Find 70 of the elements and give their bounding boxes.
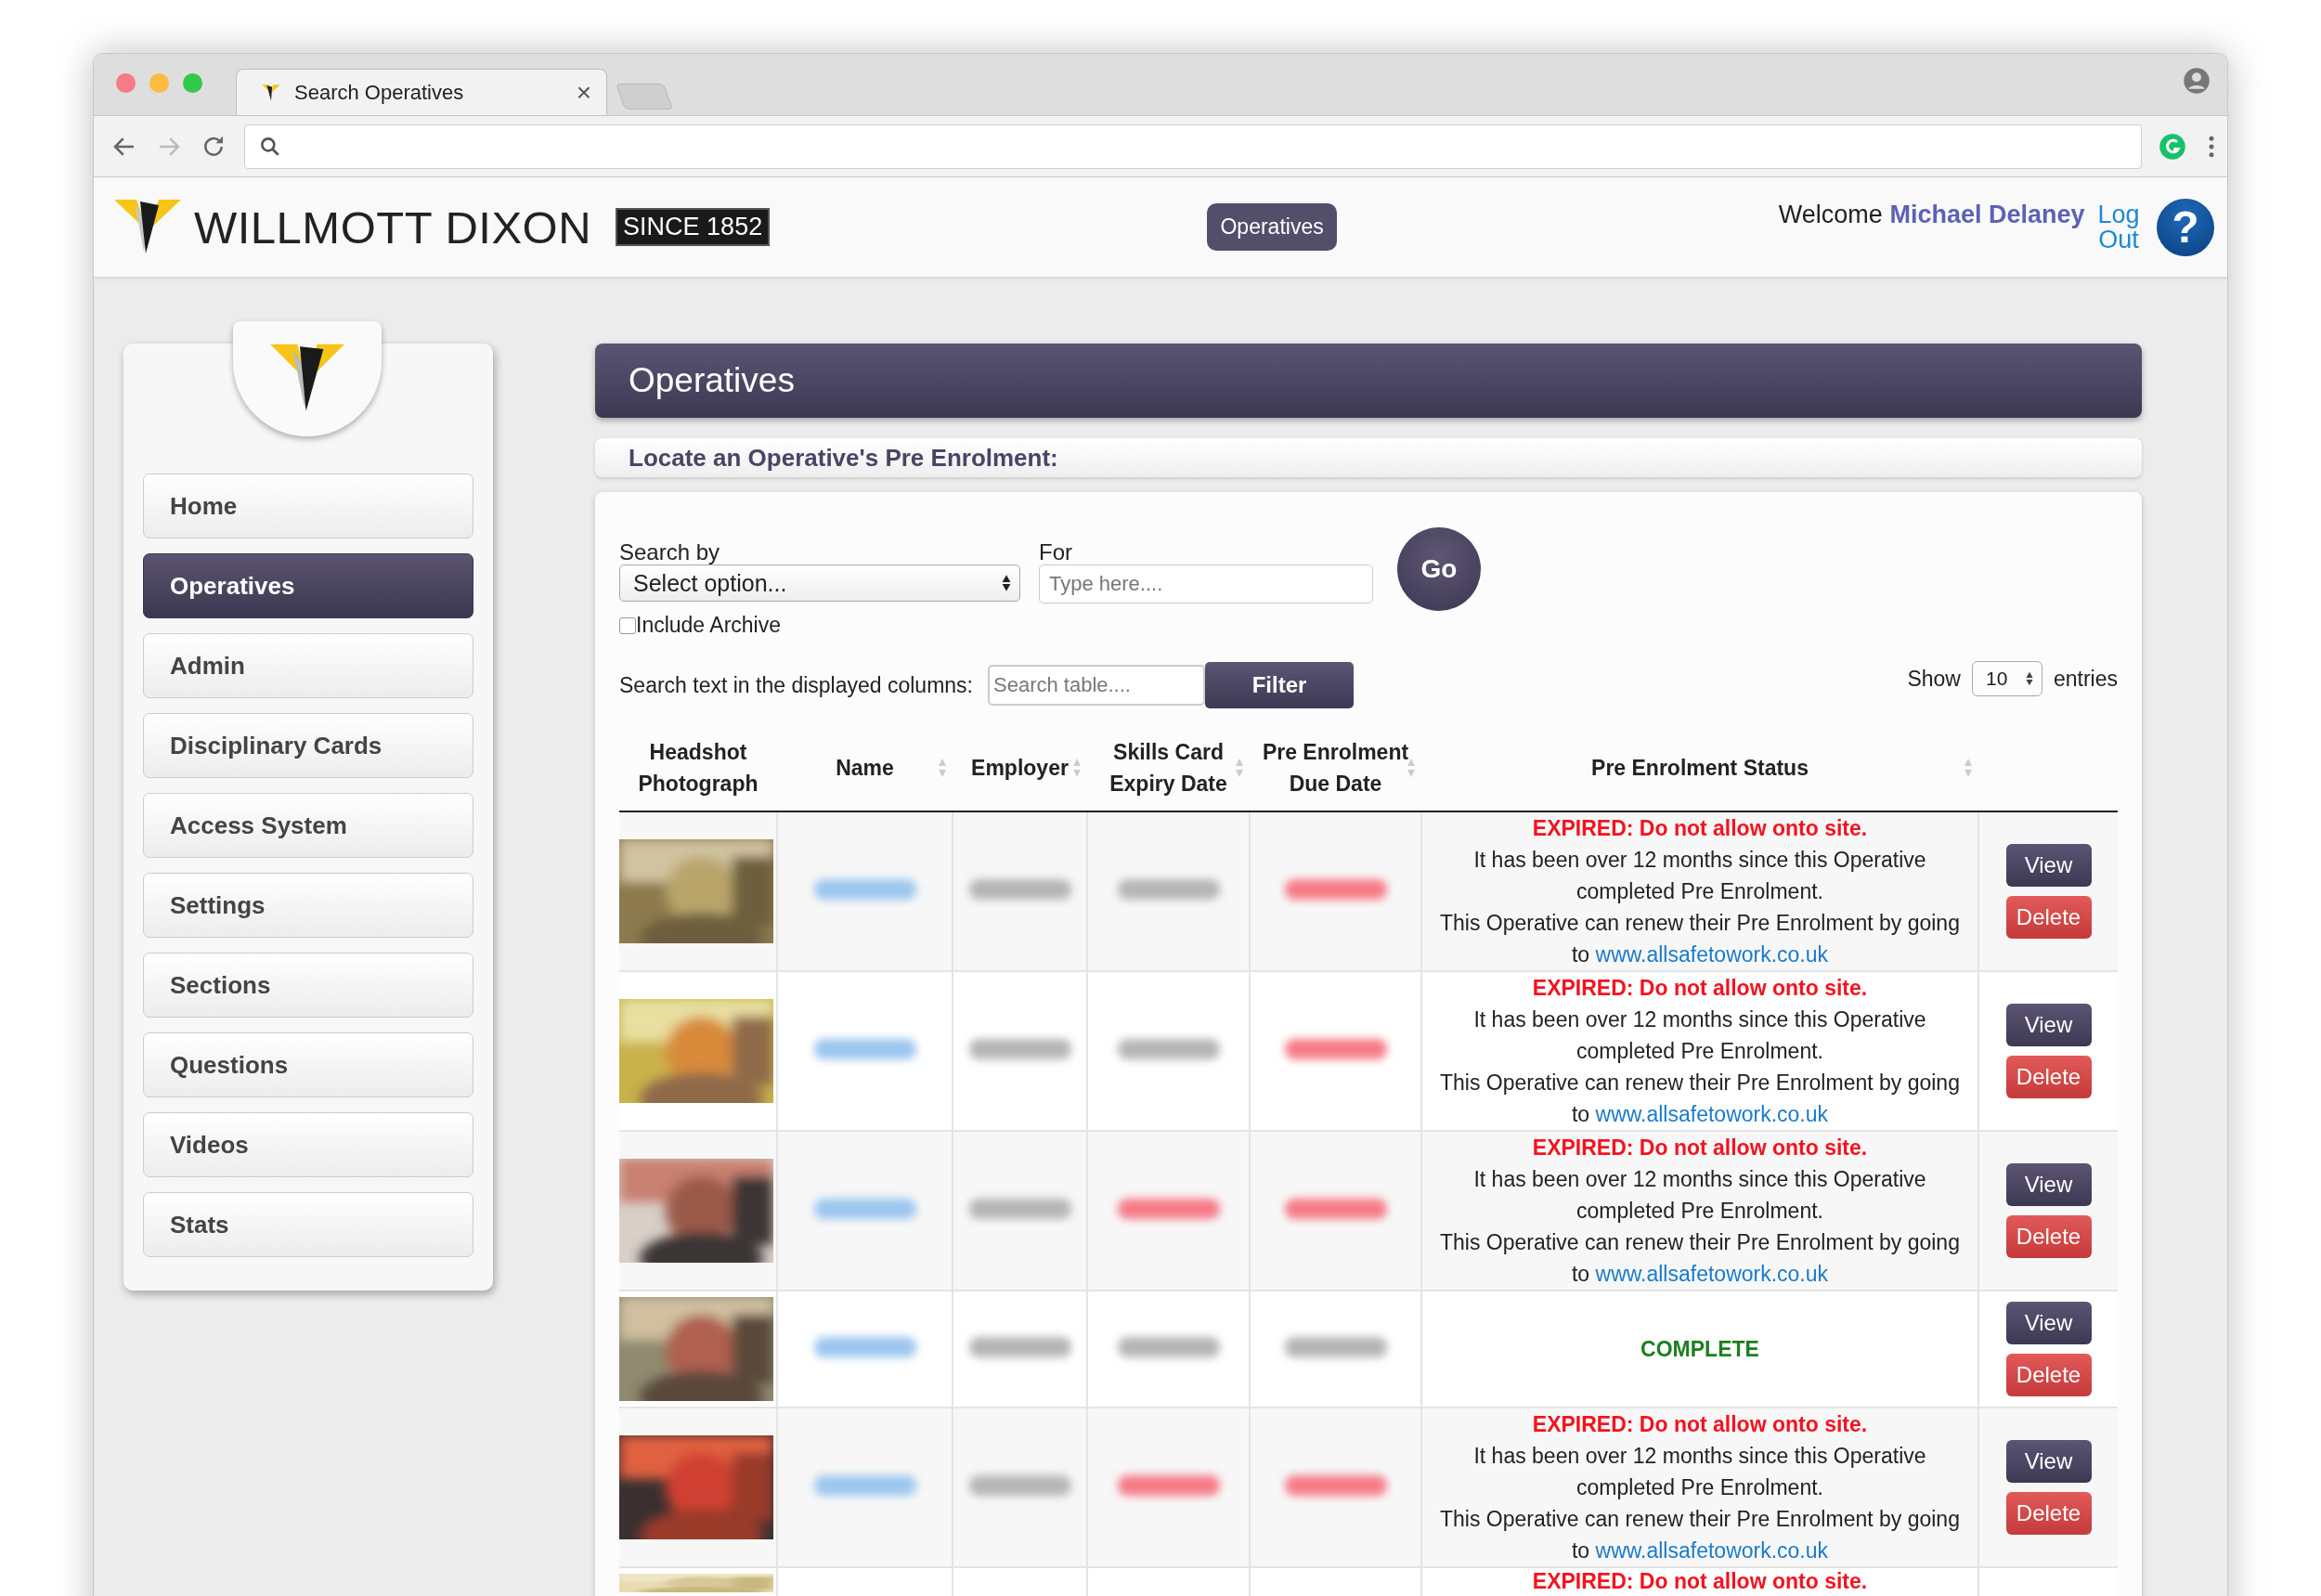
- status-heading: EXPIRED: Do not allow onto site.: [1531, 975, 1869, 1002]
- view-button[interactable]: View: [2005, 844, 2092, 887]
- status-text: This Operative can renew their Pre Enrolment by going to www.allsafetowork.co.uk: [1439, 1070, 1961, 1128]
- sidebar-item[interactable]: Operatives: [143, 553, 473, 618]
- sidebar-item[interactable]: Home: [143, 474, 473, 538]
- browser-tab[interactable]: Search Operatives ×: [236, 69, 607, 115]
- entries-label: entries: [2053, 666, 2118, 692]
- include-archive-label: Include Archive: [636, 613, 781, 638]
- user-name[interactable]: Michael Delaney: [1889, 200, 2085, 228]
- status-text: This Operative can renew their Pre Enrolment by going to www.allsafetowork.co.uk: [1439, 1229, 1961, 1288]
- maximize-window-button[interactable]: [183, 73, 202, 93]
- close-window-button[interactable]: [116, 73, 136, 93]
- status-text: This Operative can renew their Pre Enrolment by going to www.allsafetowork.co.uk: [1439, 1506, 1961, 1564]
- filter-label: Search text in the displayed columns:: [619, 672, 973, 698]
- search-field[interactable]: Type here....: [1039, 564, 1373, 603]
- website-link[interactable]: www.allsafetowork.co.uk: [1595, 1102, 1829, 1126]
- since-badge: SINCE 1852: [616, 208, 771, 246]
- brand-name: WILLMOTT DIXON: [194, 201, 592, 253]
- status-text: It has been over 12 months since this Operative completed Pre Enrolment.: [1472, 1443, 1927, 1501]
- help-button[interactable]: ?: [2157, 198, 2214, 256]
- website-link[interactable]: www.allsafetowork.co.uk: [1595, 1262, 1829, 1286]
- status-text: This Operative can renew their Pre Enrolment by going to www.allsafetowork.co.uk: [1439, 910, 1961, 968]
- sidebar-item[interactable]: Disciplinary Cards: [143, 713, 473, 778]
- status-heading: EXPIRED: Do not allow onto site.: [1531, 1411, 1869, 1438]
- for-label: For: [1039, 540, 1073, 564]
- status-heading: EXPIRED: Do not allow onto site.: [1531, 1568, 1869, 1594]
- delete-button[interactable]: Delete: [2005, 1492, 2092, 1535]
- delete-button[interactable]: Delete: [2005, 1215, 2092, 1258]
- search-by-label: Search by: [619, 540, 721, 564]
- include-archive-checkbox[interactable]: [619, 616, 636, 634]
- sidebar-item[interactable]: Stats: [143, 1192, 473, 1257]
- view-button[interactable]: View: [2005, 1004, 2092, 1046]
- status-text: It has been over 12 months since this Operative completed Pre Enrolment.: [1472, 1006, 1927, 1065]
- operatives-nav-button[interactable]: Operatives: [1207, 203, 1337, 251]
- search-by-dropdown[interactable]: Select option...: [619, 564, 1020, 602]
- sidebar-item[interactable]: Admin: [143, 633, 473, 698]
- extension-icon[interactable]: [2159, 132, 2186, 161]
- status-heading: COMPLETE: [1640, 1336, 1760, 1363]
- go-button[interactable]: Go: [1397, 527, 1481, 611]
- close-tab-button[interactable]: ×: [576, 77, 591, 108]
- sidebar-item[interactable]: Questions: [143, 1032, 473, 1097]
- filter-button[interactable]: Filter: [1205, 662, 1354, 708]
- sidebar-item[interactable]: Access System: [143, 793, 473, 858]
- website-link[interactable]: www.allsafetowork.co.uk: [1595, 942, 1829, 967]
- view-button[interactable]: View: [2005, 1302, 2092, 1344]
- sidebar-item[interactable]: Videos: [143, 1112, 473, 1177]
- status-text: It has been over 12 months since this Operative completed Pre Enrolment.: [1472, 1166, 1927, 1225]
- minimize-window-button[interactable]: [149, 73, 169, 93]
- entries-dropdown[interactable]: 10: [1971, 661, 2042, 696]
- status-heading: EXPIRED: Do not allow onto site.: [1531, 1135, 1869, 1161]
- filter-field[interactable]: Search table....: [988, 665, 1205, 706]
- status-heading: EXPIRED: Do not allow onto site.: [1531, 815, 1869, 842]
- view-button[interactable]: View: [2005, 1163, 2092, 1206]
- status-text: It has been over 12 months since this Operative completed Pre Enrolment.: [1472, 847, 1927, 905]
- welcome-text: Welcome: [1778, 200, 1883, 228]
- address-bar[interactable]: [244, 123, 2142, 169]
- updown-arrows-icon: [2024, 670, 2034, 687]
- profile-icon[interactable]: [2183, 67, 2211, 95]
- sidebar-item[interactable]: Sections: [143, 953, 473, 1018]
- logout-link[interactable]: Log Out: [2092, 201, 2146, 253]
- delete-button[interactable]: Delete: [2005, 896, 2092, 939]
- website-link[interactable]: www.allsafetowork.co.uk: [1595, 1538, 1829, 1563]
- delete-button[interactable]: Delete: [2005, 1056, 2092, 1098]
- sidebar-item[interactable]: Settings: [143, 873, 473, 938]
- delete-button[interactable]: Delete: [2005, 1354, 2092, 1396]
- section-title: Locate an Operative's Pre Enrolment:: [595, 438, 2142, 477]
- page-title: Operatives: [595, 344, 2142, 418]
- updown-arrows-icon: [1001, 573, 1012, 593]
- view-button[interactable]: View: [2005, 1440, 2092, 1483]
- show-label: Show: [1907, 666, 1961, 692]
